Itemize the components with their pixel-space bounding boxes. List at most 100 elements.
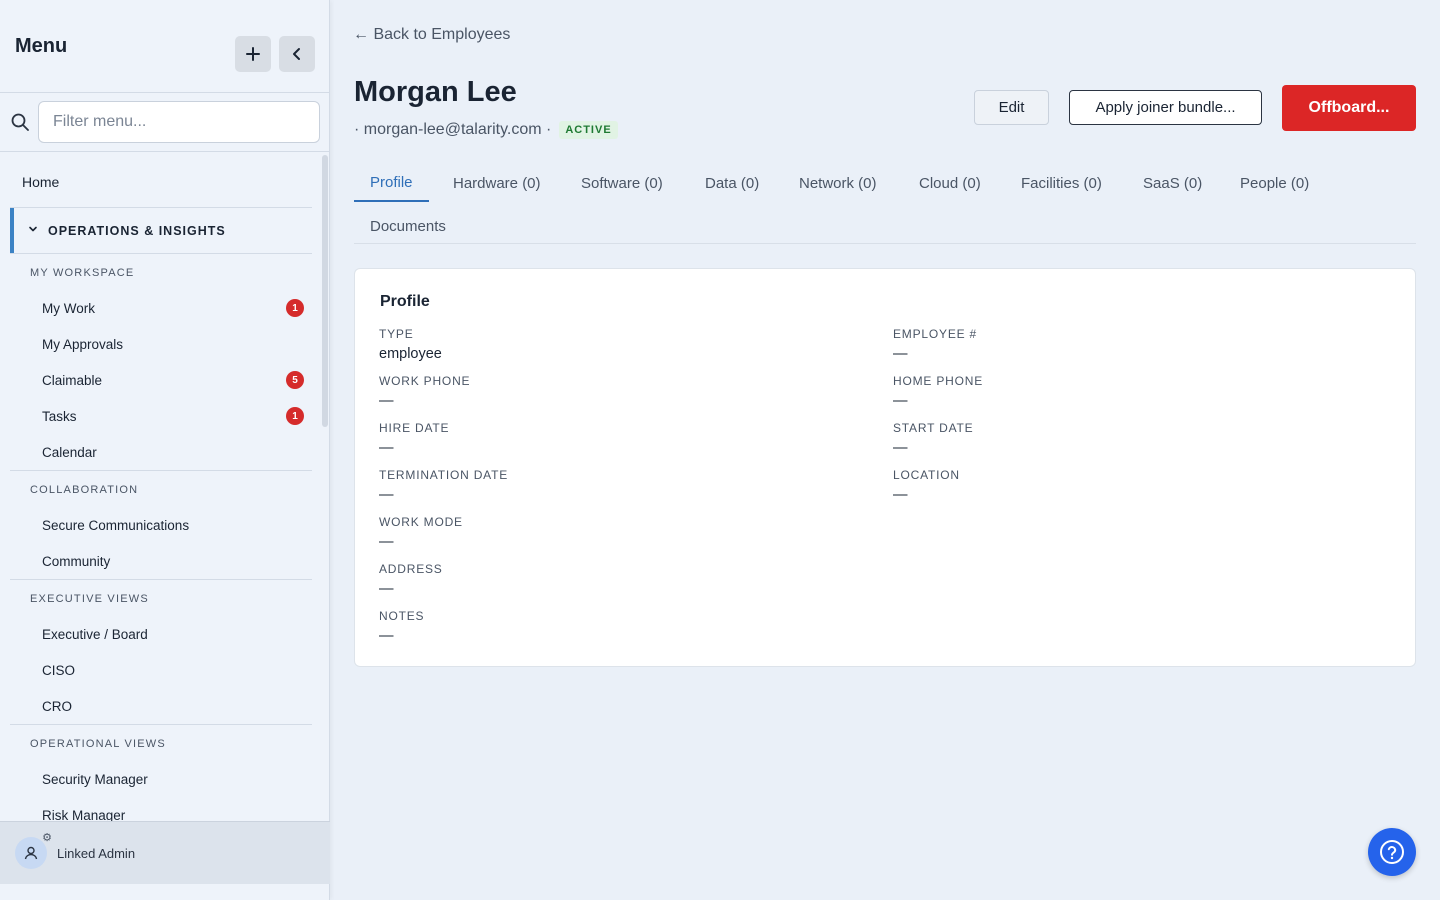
field-label: EMPLOYEE # xyxy=(893,327,978,341)
tab-facilities[interactable]: Facilities (0) xyxy=(1005,164,1118,202)
field-label: HIRE DATE xyxy=(379,421,450,435)
sidebar-filter xyxy=(0,93,329,152)
sidebar-item-ciso[interactable]: CISO xyxy=(0,652,330,688)
user-menu[interactable]: ⚙ Linked Admin xyxy=(0,821,330,884)
field-value: — xyxy=(893,393,908,409)
tab-software[interactable]: Software (0) xyxy=(565,164,679,202)
sidebar-item-label: Claimable xyxy=(42,372,103,388)
field-label: TERMINATION DATE xyxy=(379,468,509,482)
sidebar-item-label: Executive / Board xyxy=(42,626,148,642)
sidebar-item-label: CRO xyxy=(42,698,72,714)
help-circle-icon xyxy=(1380,840,1404,864)
edit-button[interactable]: Edit xyxy=(974,90,1049,125)
group-label-my-workspace: MY WORKSPACE xyxy=(30,267,135,279)
field-value: — xyxy=(379,393,394,409)
sidebar-item-label: CISO xyxy=(42,662,76,678)
status-badge: ACTIVE xyxy=(559,121,618,139)
sidebar-header: Menu xyxy=(0,0,329,93)
field-label: START DATE xyxy=(893,421,974,435)
field-label: ADDRESS xyxy=(379,562,443,576)
field-hire-date: HIRE DATE — xyxy=(379,421,449,456)
sidebar-item-secure-communications[interactable]: Secure Communications xyxy=(0,507,330,543)
group-label-operational-views: OPERATIONAL VIEWS xyxy=(30,738,166,750)
tab-hardware[interactable]: Hardware (0) xyxy=(437,164,557,202)
sidebar-item-my-work[interactable]: My Work 1 xyxy=(0,290,330,326)
help-button[interactable] xyxy=(1368,828,1416,876)
sidebar-item-risk-manager[interactable]: Risk Manager xyxy=(0,797,330,822)
tab-cloud[interactable]: Cloud (0) xyxy=(903,164,997,202)
field-termination-date: TERMINATION DATE — xyxy=(379,468,508,503)
sidebar-item-label: Security Manager xyxy=(42,771,148,787)
apply-joiner-bundle-button[interactable]: Apply joiner bundle... xyxy=(1069,90,1262,125)
card-title: Profile xyxy=(380,293,430,310)
field-start-date: START DATE — xyxy=(893,421,973,456)
filter-menu-input[interactable] xyxy=(38,101,320,143)
count-badge: 1 xyxy=(286,407,304,425)
tab-saas[interactable]: SaaS (0) xyxy=(1127,164,1218,202)
sidebar-item-executive-board[interactable]: Executive / Board xyxy=(0,616,330,652)
sidebar-item-label: My Approvals xyxy=(42,336,124,352)
field-value: — xyxy=(893,346,908,362)
field-label: HOME PHONE xyxy=(893,374,984,388)
plus-icon xyxy=(246,47,260,61)
sidebar-item-my-approvals[interactable]: My Approvals xyxy=(0,326,330,362)
sidebar: Menu Home OPERATIONS & INSIGHTS MY WORKS… xyxy=(0,0,330,900)
sidebar-item-cro[interactable]: CRO xyxy=(0,688,330,724)
count-badge: 1 xyxy=(286,299,304,317)
group-label-collaboration: COLLABORATION xyxy=(30,484,139,496)
sidebar-item-home[interactable]: Home xyxy=(0,152,330,207)
sidebar-item-calendar[interactable]: Calendar xyxy=(0,434,330,470)
tab-people[interactable]: People (0) xyxy=(1224,164,1325,202)
tab-profile[interactable]: Profile xyxy=(354,164,429,202)
main-content: ← Back to Employees Morgan Lee · morgan-… xyxy=(331,0,1440,900)
field-employee-number: EMPLOYEE # — xyxy=(893,327,977,362)
field-type: TYPE employee xyxy=(379,327,442,362)
chevron-left-icon xyxy=(293,48,300,60)
sidebar-item-community[interactable]: Community xyxy=(0,543,330,579)
sidebar-item-label: Tasks xyxy=(42,408,77,424)
sidebar-scrollbar[interactable] xyxy=(322,155,328,427)
field-value: employee xyxy=(379,346,442,362)
field-work-mode: WORK MODE — xyxy=(379,515,463,550)
sidebar-item-tasks[interactable]: Tasks 1 xyxy=(0,398,330,434)
field-label: LOCATION xyxy=(893,468,960,482)
add-menu-button[interactable] xyxy=(235,36,271,72)
tab-data[interactable]: Data (0) xyxy=(689,164,775,202)
field-home-phone: HOME PHONE — xyxy=(893,374,983,409)
sidebar-item-security-manager[interactable]: Security Manager xyxy=(0,761,330,797)
chevron-down-icon xyxy=(28,224,38,237)
gear-icon: ⚙ xyxy=(42,832,52,844)
collapse-sidebar-button[interactable] xyxy=(279,36,315,72)
page-title: Morgan Lee xyxy=(354,76,517,108)
field-value: — xyxy=(379,628,394,644)
employee-meta: · morgan-lee@talarity.com · ACTIVE xyxy=(354,121,618,139)
sidebar-item-claimable[interactable]: Claimable 5 xyxy=(0,362,330,398)
field-value: — xyxy=(379,534,394,550)
field-notes: NOTES — xyxy=(379,609,424,644)
field-label: TYPE xyxy=(379,327,414,341)
sidebar-title: Menu xyxy=(15,34,68,57)
field-work-phone: WORK PHONE — xyxy=(379,374,470,409)
field-label: WORK MODE xyxy=(379,515,463,529)
back-to-employees-link[interactable]: ← Back to Employees xyxy=(353,26,510,44)
sidebar-item-label: My Work xyxy=(42,300,95,316)
field-label: WORK PHONE xyxy=(379,374,471,388)
tab-bar: Profile Hardware (0) Software (0) Data (… xyxy=(354,164,1416,244)
count-badge: 5 xyxy=(286,371,304,389)
profile-card: Profile TYPE employee EMPLOYEE # — WORK … xyxy=(354,268,1416,667)
tab-documents[interactable]: Documents xyxy=(354,207,462,245)
sidebar-item-label: Secure Communications xyxy=(42,517,190,533)
field-value: — xyxy=(379,487,394,503)
field-value: — xyxy=(379,581,394,597)
offboard-button[interactable]: Offboard... xyxy=(1282,85,1416,131)
section-operations-insights[interactable]: OPERATIONS & INSIGHTS xyxy=(10,208,312,253)
field-address: ADDRESS — xyxy=(379,562,443,597)
employee-email: · morgan-lee@talarity.com · xyxy=(354,121,552,138)
user-name: Linked Admin xyxy=(57,845,136,861)
avatar: ⚙ xyxy=(15,832,52,869)
sidebar-nav: Home OPERATIONS & INSIGHTS MY WORKSPACE … xyxy=(0,152,330,821)
sidebar-item-label: Calendar xyxy=(42,444,97,460)
user-icon xyxy=(24,846,38,860)
tab-network[interactable]: Network (0) xyxy=(783,164,893,202)
field-value: — xyxy=(379,440,394,456)
